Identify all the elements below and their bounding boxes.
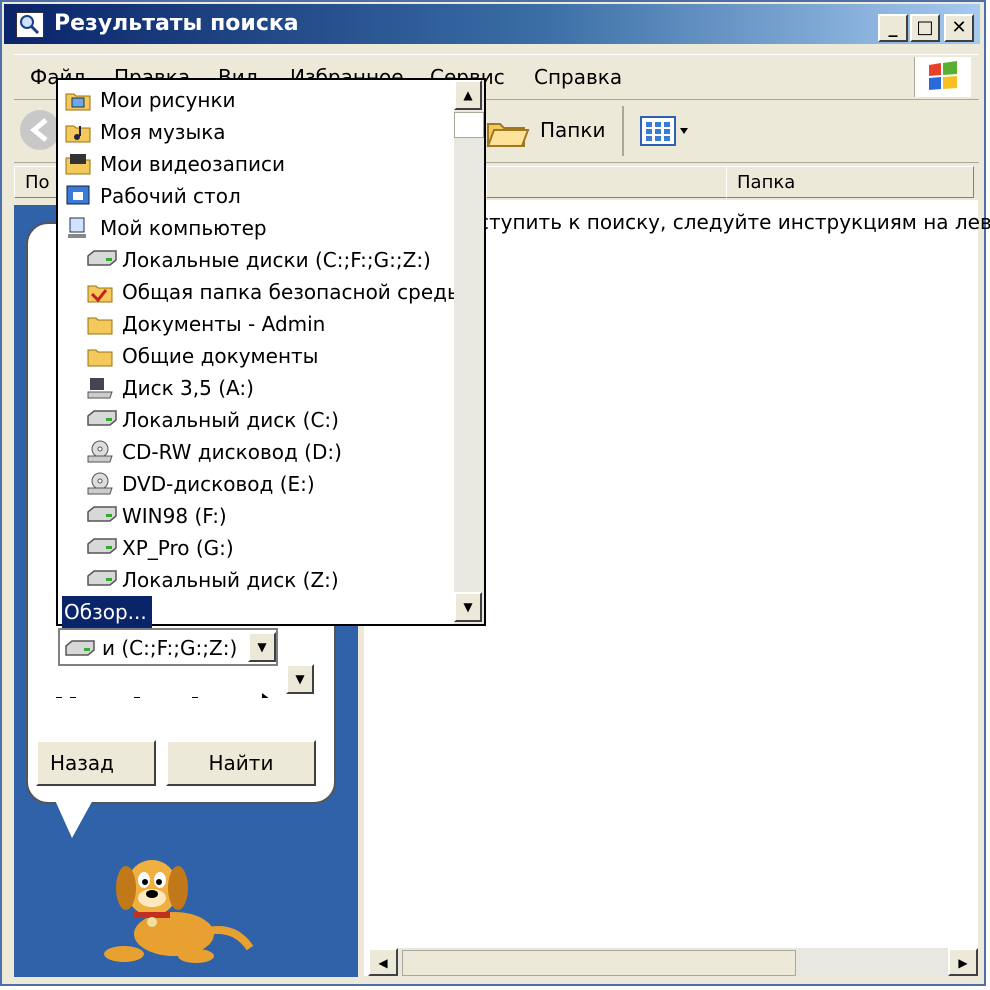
column-header-folder[interactable]: Папка xyxy=(726,166,974,198)
dropdown-item-label: Диск 3,5 (A:) xyxy=(122,376,254,400)
results-instruction-text: ступить к поиску, следуйте инструкциям н… xyxy=(478,210,990,234)
back-button[interactable]: Назад xyxy=(36,740,156,786)
folders-button-label[interactable]: Папки xyxy=(540,118,605,142)
speech-bubble-tail xyxy=(54,798,94,838)
dropdown-item-label: Рабочий стол xyxy=(100,184,241,208)
music-folder-icon xyxy=(64,120,92,144)
dropdown-item-label: XP_Pro (G:) xyxy=(122,536,234,560)
drive-icon xyxy=(64,638,96,658)
partial-hidden-text xyxy=(52,686,274,698)
views-icon[interactable] xyxy=(640,116,690,146)
dropdown-item[interactable]: Общие документы xyxy=(62,340,452,372)
folder-icon xyxy=(86,312,114,336)
dropdown-item-label: DVD-дисковод (E:) xyxy=(122,472,315,496)
dropdown-item[interactable]: DVD-дисковод (E:) xyxy=(62,468,452,500)
menu-help[interactable]: Справка xyxy=(534,65,622,89)
scroll-left-icon[interactable]: ◀ xyxy=(368,948,398,976)
search-location-dropdown[interactable]: Мои рисунки Моя музыка Мои видеозаписи Рабо… xyxy=(56,78,486,628)
horizontal-scroll-thumb[interactable] xyxy=(402,950,796,976)
dropdown-item[interactable]: Диск 3,5 (A:) xyxy=(62,372,452,404)
search-assistant-dog-icon[interactable] xyxy=(104,854,254,966)
find-button[interactable]: Найти xyxy=(166,740,316,786)
video-folder-icon xyxy=(64,152,92,176)
dropdown-scroll-thumb[interactable] xyxy=(454,112,484,138)
search-window-icon xyxy=(16,12,44,38)
pictures-folder-icon xyxy=(64,88,92,112)
cd-drive-icon xyxy=(86,472,114,496)
dropdown-item[interactable]: Моя музыка xyxy=(62,116,452,148)
dropdown-item-label: Локальные диски (C:;F:;G:;Z:) xyxy=(122,248,431,272)
drive-icon xyxy=(86,504,117,528)
dropdown-item[interactable]: Мои рисунки xyxy=(62,84,452,116)
computer-icon xyxy=(64,216,92,240)
column-header-name-right[interactable] xyxy=(486,166,738,198)
windows-logo-icon xyxy=(914,57,971,97)
maximize-button[interactable]: □ xyxy=(910,14,940,42)
shared-folder-icon xyxy=(86,280,114,304)
dropdown-scroll-down-icon[interactable]: ▼ xyxy=(454,592,482,622)
desktop-icon xyxy=(64,184,92,208)
close-button[interactable]: ✕ xyxy=(944,14,974,42)
horizontal-scrollbar[interactable]: ◀ ▶ xyxy=(368,948,978,976)
scroll-right-icon[interactable]: ▶ xyxy=(948,948,978,976)
dropdown-scrollbar[interactable]: ▲ ▼ xyxy=(454,80,484,624)
dropdown-item[interactable]: WIN98 (F:) xyxy=(62,500,452,532)
dropdown-item-label: Локальный диск (Z:) xyxy=(122,568,339,592)
dropdown-item-label: Общие документы xyxy=(122,344,319,368)
dropdown-item[interactable]: Документы - Admin xyxy=(62,308,452,340)
dropdown-item-label: Мой компьютер xyxy=(100,216,267,240)
dropdown-item[interactable]: Обзор... xyxy=(62,596,152,628)
cd-drive-icon xyxy=(86,440,114,464)
dropdown-item-label: Обзор... xyxy=(64,600,147,624)
dropdown-item-label: Мои видеозаписи xyxy=(100,152,285,176)
floppy-icon xyxy=(86,376,114,400)
dropdown-item[interactable]: CD-RW дисковод (D:) xyxy=(62,436,452,468)
secondary-dropdown-arrow-icon[interactable]: ▼ xyxy=(286,664,314,694)
toolbar-separator xyxy=(622,106,624,156)
drive-icon xyxy=(86,568,117,592)
folder-icon xyxy=(86,344,114,368)
dropdown-item-label: WIN98 (F:) xyxy=(122,504,227,528)
dropdown-item[interactable]: XP_Pro (G:) xyxy=(62,532,452,564)
dropdown-item-label: Общая папка безопасной среды xyxy=(122,280,463,304)
combo-dropdown-arrow-icon[interactable]: ▼ xyxy=(248,632,276,662)
drive-icon xyxy=(86,248,117,272)
dropdown-item[interactable]: Локальные диски (C:;F:;G:;Z:) xyxy=(62,244,452,276)
minimize-button[interactable]: _ xyxy=(878,14,908,42)
dropdown-item[interactable]: Общая папка безопасной среды xyxy=(62,276,463,308)
dropdown-item-label: Мои рисунки xyxy=(100,88,236,112)
dropdown-item-label: Моя музыка xyxy=(100,120,226,144)
search-location-combo[interactable]: и (C:;F:;G:;Z:) xyxy=(58,628,278,666)
title-bar[interactable]: Результаты поиска _ □ ✕ xyxy=(4,4,980,44)
dropdown-item[interactable]: Локальный диск (Z:) xyxy=(62,564,452,596)
dropdown-item-label: CD-RW дисковод (D:) xyxy=(122,440,342,464)
dropdown-item-label: Локальный диск (C:) xyxy=(122,408,339,432)
drive-icon xyxy=(86,536,117,560)
dropdown-item[interactable]: Рабочий стол xyxy=(62,180,452,212)
dropdown-item[interactable]: Локальный диск (C:) xyxy=(62,404,452,436)
dropdown-item-label: Документы - Admin xyxy=(122,312,326,336)
dropdown-item[interactable]: Мой компьютер xyxy=(62,212,452,244)
dropdown-item[interactable]: Мои видеозаписи xyxy=(62,148,452,180)
window-title: Результаты поиска xyxy=(54,11,299,36)
back-arrow-icon[interactable] xyxy=(20,110,60,150)
folders-icon[interactable] xyxy=(484,110,532,152)
dropdown-scroll-up-icon[interactable]: ▲ xyxy=(454,80,482,110)
drive-icon xyxy=(86,408,117,432)
search-location-value: и (C:;F:;G:;Z:) xyxy=(102,636,238,660)
